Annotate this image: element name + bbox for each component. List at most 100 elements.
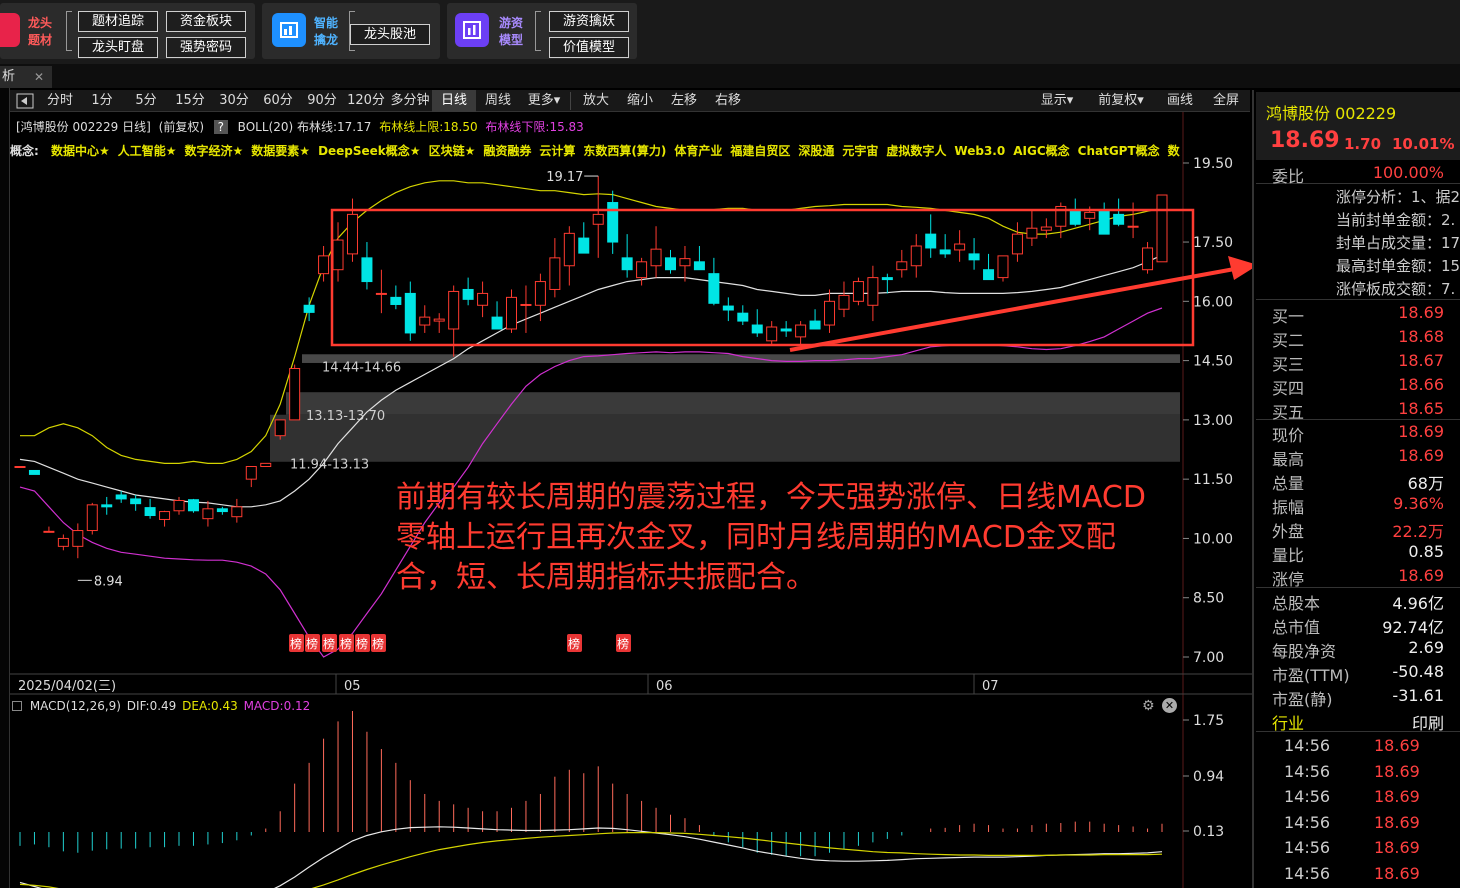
button-youziqinyao[interactable]: 游资擒妖 bbox=[549, 11, 629, 32]
rank-badge-text: 榜 bbox=[306, 636, 318, 651]
macd-header: MACD(12,26,9) DIF:0.49 DEA:0.43 MACD:0.1… bbox=[12, 699, 310, 713]
candle-body bbox=[824, 300, 836, 326]
period-11[interactable]: 更多▾ bbox=[520, 90, 568, 112]
concept-tag-16[interactable]: ChatGPT概念 bbox=[1078, 144, 1160, 158]
rank-badge[interactable]: 榜 bbox=[339, 634, 354, 652]
period-4[interactable]: 30分 bbox=[212, 90, 256, 112]
period-0[interactable]: 分时 bbox=[40, 90, 80, 112]
concept-tag-9[interactable]: 体育产业 bbox=[674, 144, 722, 158]
support-zone-1 bbox=[302, 354, 1180, 363]
zone-label-0: 14.44-14.66 bbox=[322, 361, 401, 376]
help-icon[interactable]: ? bbox=[213, 120, 228, 134]
concept-prefix: 概念: bbox=[10, 144, 39, 158]
candle-body bbox=[997, 255, 1009, 279]
tab-analysis[interactable]: 析 ✕ bbox=[0, 66, 52, 88]
collapse-icon[interactable] bbox=[14, 90, 36, 112]
candle-body bbox=[477, 292, 489, 306]
concept-tag-3[interactable]: 数据要素★ bbox=[251, 144, 310, 158]
button-qiangshi[interactable]: 强势密码 bbox=[166, 37, 246, 58]
button-dingpan[interactable]: 龙头盯盘 bbox=[78, 37, 158, 58]
period-9[interactable]: 日线 bbox=[432, 90, 476, 112]
period-8[interactable]: 多分钟 bbox=[388, 90, 432, 112]
concept-tag-4[interactable]: DeepSeek概念★ bbox=[318, 144, 421, 158]
boll-upper: 布林线上限:18.50 bbox=[379, 120, 478, 134]
candle-body bbox=[57, 537, 69, 547]
rank-badge[interactable]: 榜 bbox=[355, 634, 370, 652]
concept-tag-11[interactable]: 深股通 bbox=[798, 144, 834, 158]
candle-body bbox=[650, 248, 662, 267]
action-3[interactable]: 右移 bbox=[706, 90, 750, 112]
rank-badge[interactable]: 榜 bbox=[371, 634, 386, 652]
candle-body bbox=[563, 232, 575, 267]
candle-body bbox=[202, 508, 214, 520]
stats-block: 现价 18.69 最高 18.69 总量 68万 振幅 9.36% 外盘 22.2万 量比 0.85 涨… bbox=[1256, 420, 1460, 589]
period-5[interactable]: 60分 bbox=[256, 90, 300, 112]
concept-tag-1[interactable]: 人工智能★ bbox=[118, 144, 177, 158]
concept-tag-12[interactable]: 元宇宙 bbox=[842, 144, 878, 158]
macd-close-icon[interactable]: ✕ bbox=[1162, 698, 1177, 713]
bid-label-2: 买三 bbox=[1272, 355, 1305, 374]
concept-tag-13[interactable]: 虚拟数字人 bbox=[886, 144, 946, 158]
candle-body bbox=[910, 245, 922, 267]
concept-tag-2[interactable]: 数字经济★ bbox=[185, 144, 244, 158]
macd-toggle-icon[interactable] bbox=[12, 701, 22, 711]
period-2[interactable]: 5分 bbox=[124, 90, 168, 112]
macd-dif: DIF:0.49 bbox=[126, 699, 177, 713]
candle-body bbox=[159, 511, 171, 520]
concept-tag-8[interactable]: 东数西算(算力) bbox=[583, 144, 666, 158]
candle-body bbox=[173, 500, 185, 512]
candle-body bbox=[852, 281, 864, 302]
rank-badge[interactable]: 榜 bbox=[289, 634, 304, 652]
quote-header: 鸿博股份 002229 18.69 1.70 10.01% bbox=[1256, 92, 1460, 160]
concept-tag-17[interactable]: 数字 bbox=[1168, 144, 1180, 158]
macd-label: MACD(12,26,9) bbox=[29, 699, 121, 713]
price-axis-label: 19.50 bbox=[1193, 156, 1233, 172]
concept-tag-15[interactable]: AIGC概念 bbox=[1013, 144, 1069, 158]
toolbar-right-3[interactable]: 全屏 bbox=[1206, 90, 1246, 112]
tab-close-icon[interactable]: ✕ bbox=[34, 66, 44, 88]
left-strip bbox=[0, 88, 10, 888]
rank-badge[interactable]: 榜 bbox=[567, 634, 582, 652]
action-2[interactable]: 左移 bbox=[662, 90, 706, 112]
candle-body bbox=[1011, 233, 1023, 255]
fund-value-2: 2.69 bbox=[1408, 638, 1444, 657]
rank-badge[interactable]: 榜 bbox=[616, 634, 631, 652]
period-6[interactable]: 90分 bbox=[300, 90, 344, 112]
macd-settings-icon[interactable]: ⚙ bbox=[1142, 698, 1155, 714]
button-gupool[interactable]: 龙头股池 bbox=[350, 24, 430, 45]
period-7[interactable]: 120分 bbox=[344, 90, 388, 112]
candle-body bbox=[332, 239, 344, 271]
candle-body bbox=[766, 326, 778, 342]
rank-badge[interactable]: 榜 bbox=[305, 634, 320, 652]
stat-label-4: 外盘 bbox=[1272, 522, 1305, 541]
candle-body bbox=[679, 258, 691, 267]
concept-tag-14[interactable]: Web3.0 bbox=[954, 144, 1005, 158]
button-jiazhi[interactable]: 价值模型 bbox=[549, 37, 629, 58]
period-10[interactable]: 周线 bbox=[476, 90, 520, 112]
annotation-line-2: 零轴上运行且再次金叉，同时月线周期的MACD金叉配 bbox=[396, 520, 1116, 555]
group-youzi: 游资 模型 游资擒妖 价值模型 bbox=[447, 3, 637, 59]
candle bbox=[289, 364, 301, 421]
period-1[interactable]: 1分 bbox=[80, 90, 124, 112]
rank-badge[interactable]: 榜 bbox=[322, 634, 337, 652]
limit-line-0: 涨停分析：1、据2 bbox=[1336, 188, 1460, 206]
support-zone-3 bbox=[270, 414, 1180, 462]
price-axis-label: 17.50 bbox=[1193, 235, 1233, 251]
period-3[interactable]: 15分 bbox=[168, 90, 212, 112]
action-0[interactable]: 放大 bbox=[574, 90, 618, 112]
button-ticai[interactable]: 题材追踪 bbox=[78, 11, 158, 32]
concept-tag-6[interactable]: 融资融券 bbox=[483, 144, 531, 158]
rank-badge-text: 榜 bbox=[568, 636, 580, 651]
concept-tag-10[interactable]: 福建自贸区 bbox=[730, 144, 790, 158]
concept-tag-7[interactable]: 云计算 bbox=[539, 144, 575, 158]
concept-tag-5[interactable]: 区块链★ bbox=[429, 144, 476, 158]
toolbar-right-1[interactable]: 前复权▾ bbox=[1090, 90, 1152, 112]
toolbar-right-2[interactable]: 画线 bbox=[1160, 90, 1200, 112]
concept-tag-0[interactable]: 数据中心★ bbox=[51, 144, 110, 158]
button-zijin[interactable]: 资金板块 bbox=[166, 11, 246, 32]
candle-body bbox=[1040, 226, 1052, 231]
bid-price-4: 18.65 bbox=[1398, 399, 1444, 418]
bid-label-1: 买二 bbox=[1272, 331, 1305, 350]
toolbar-right-0[interactable]: 显示▾ bbox=[1030, 90, 1084, 112]
action-1[interactable]: 缩小 bbox=[618, 90, 662, 112]
